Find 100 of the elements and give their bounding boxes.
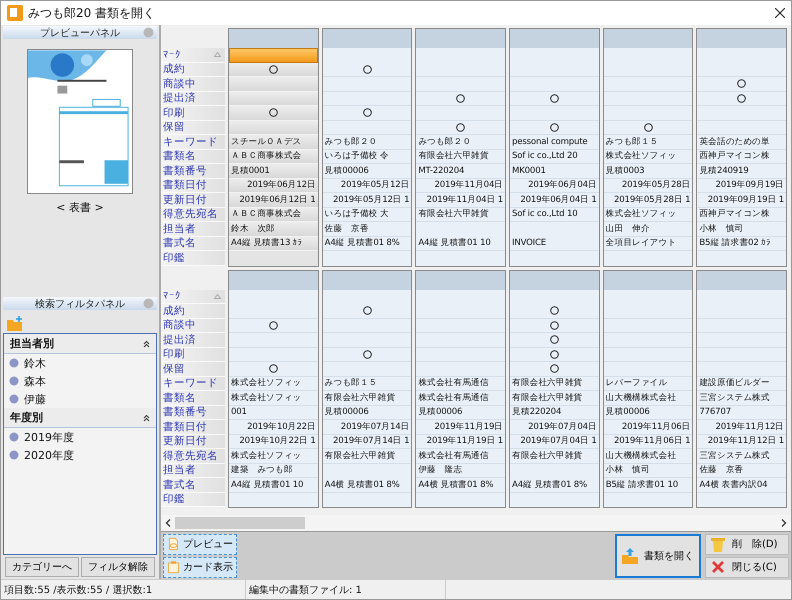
document-eye-icon xyxy=(167,536,180,552)
open-button[interactable]: 書類を開く xyxy=(615,534,701,578)
card-cell: 株式会社有馬通信 xyxy=(416,376,506,391)
filter-item[interactable]: 2020年度 xyxy=(4,446,156,464)
card-cell: 株式会社有馬通信 xyxy=(416,449,506,464)
field-label: 担当者 xyxy=(161,464,225,478)
document-card[interactable]: スチールＯＡデス ＡＢＣ商事株式会 見積0001 2019年06月12日 2019年06月12日 1 ＡＢＣ商事株式会 鈴木 次郎 A4縦 見積書13 ｶﾗ xyxy=(228,28,319,266)
field-label: 保留 xyxy=(161,120,225,135)
circle-icon xyxy=(550,94,559,103)
field-label: 書類日付 xyxy=(161,420,225,434)
card-cell: 有限会社六甲雑貨 xyxy=(322,449,412,464)
field-label: 成約 xyxy=(161,62,225,77)
close-icon[interactable] xyxy=(775,8,785,18)
field-label: 商談中 xyxy=(161,318,225,333)
close-button[interactable]: 閉じる(C) xyxy=(705,556,789,578)
document-card[interactable]: 株式会社有馬通信 株式会社有馬通信 見積00006 2019年11月19日 2019年11月19日 1 株式会社有馬通信 伊藤 隆志 A4横 見積書01 8% xyxy=(415,270,506,508)
card-cell: MT-220204 xyxy=(416,164,506,178)
document-card[interactable]: 建設原価ビルダー 三宮システム株式 776707 2019年11月12日 2019年11月12日 1 三宮システム株式 佐藤 京香 A4横 表書内訳04 xyxy=(696,270,788,508)
card-cell: 2019年11月19日 1 xyxy=(416,434,506,449)
view-button[interactable]: カード表示 xyxy=(163,556,237,578)
field-label: ﾏｰｸ xyxy=(161,48,225,62)
scrollbar-thumb[interactable] xyxy=(175,517,305,529)
folder-upload-icon xyxy=(620,546,640,566)
document-card[interactable]: みつも郎２０ 有限会社六甲雑貨 MT-220204 2019年11月04日 2019年11月04日 1 有限会社六甲雑貨 A4縦 見積書01 10 xyxy=(415,28,506,266)
view-button[interactable]: プレビュー xyxy=(163,534,237,554)
field-label: 更新日付 xyxy=(161,193,225,208)
card-cell: 全項目レイアウト xyxy=(604,236,692,251)
field-label: 成約 xyxy=(161,304,225,318)
card-cell: 2019年05月28日 1 xyxy=(604,193,692,208)
field-label: 印刷 xyxy=(161,348,225,362)
card-cell: MK0001 xyxy=(510,164,599,178)
group-header[interactable]: 年度別 xyxy=(4,408,156,428)
card-cell: B5縦 請求書01 10 xyxy=(604,478,692,492)
app-logo-icon xyxy=(7,5,23,21)
card-cell: A4縦 見積書01 8% xyxy=(322,236,412,251)
circle-icon xyxy=(550,364,559,374)
filter-item[interactable]: 2019年度 xyxy=(4,428,156,446)
card-cell: 西神戸マイコン株 xyxy=(697,208,786,222)
field-label: 保留 xyxy=(161,362,225,376)
filter-item[interactable]: 伊藤 xyxy=(4,390,156,408)
field-label: 得意先宛名 xyxy=(161,208,225,222)
field-label: 書式名 xyxy=(161,478,225,492)
card-cell: 西神戸マイコン株 xyxy=(697,150,786,164)
circle-icon xyxy=(550,335,559,344)
card-cell: 有限会社六甲雑貨 xyxy=(416,208,506,222)
close-icon xyxy=(710,559,726,575)
card-cell: 建設原価ビルダー xyxy=(697,376,786,391)
circle-icon xyxy=(268,64,278,74)
field-label: 書類名 xyxy=(161,391,225,406)
card-cell: 佐藤 京香 xyxy=(322,222,412,236)
card-cell: 株式会社ソフィッ xyxy=(229,391,318,406)
card-cell: 2019年11月19日 xyxy=(416,420,506,434)
card-cell: A4横 表書内訳04 xyxy=(697,478,786,492)
panel-header: 検索フィルタパネル xyxy=(3,297,157,310)
card-cell: 見積00006 xyxy=(322,406,412,420)
document-card[interactable]: 株式会社ソフィッ 株式会社ソフィッ 001 2019年10月22日 2019年10月22日 1 株式会社ソフィッ 建築 みつも郎 A4縦 見積書01 10 xyxy=(228,270,319,508)
field-label: 更新日付 xyxy=(161,434,225,449)
card-cell: 株式会社ソフィッ xyxy=(604,150,692,164)
scroll-left-icon[interactable] xyxy=(165,519,171,527)
document-card[interactable]: 英会話のための単 西神戸マイコン株 見積240919 2019年09月19日 2019年09月19日 1 西神戸マイコン株 小林 慎司 B5縦 請求書02 ｶﾗ xyxy=(696,28,788,266)
document-card[interactable]: 有限会社六甲雑貨 有限会社六甲雑貨 見積220204 2019年07月04日 2019年07月04日 1 有限会社六甲雑貨 A4縦 見積書01 8% xyxy=(509,270,600,508)
document-card[interactable]: みつも郎１５ 株式会社ソフィッ 見積0003 2019年05月28日 2019年05月28日 1 株式会社ソフィッ 山田 伸介 全項目レイアウト xyxy=(602,28,694,266)
card-cell: A4縦 見積書01 10 xyxy=(416,236,506,251)
new-folder-icon[interactable] xyxy=(7,316,23,331)
card-cell: 有限会社六甲雑貨 xyxy=(416,150,506,164)
panel-button[interactable]: フィルタ解除 xyxy=(81,557,155,577)
card-cell: みつも郎２０ xyxy=(322,135,412,150)
document-card[interactable]: みつも郎１５ 有限会社六甲雑貨 見積00006 2019年07月14日 2019年07月14日 1 有限会社六甲雑貨 A4横 見積書01 8% xyxy=(322,270,412,508)
card-cell: みつも郎１５ xyxy=(604,135,692,150)
card-cell: 2019年09月19日 xyxy=(697,178,786,193)
filter-item[interactable]: 森本 xyxy=(4,372,156,390)
clipboard-icon xyxy=(167,559,180,575)
card-cell: B5縦 請求書02 ｶﾗ xyxy=(697,236,786,251)
circle-icon xyxy=(268,364,278,374)
circle-icon xyxy=(644,122,653,132)
card-cell: 山田 伸介 xyxy=(604,222,692,236)
document-card[interactable]: pessonal compute Sof ic co.,Ltd 20 MK0001 2019年06月04日 2019年06月04日 1 Sof ic co.,Ltd 10 INVOICE xyxy=(509,28,600,266)
card-cell: 建築 みつも郎 xyxy=(229,464,318,478)
card-cell: A4縦 見積書01 10 xyxy=(229,478,318,492)
card-cell: 佐藤 京香 xyxy=(697,464,786,478)
card-cell: pessonal compute xyxy=(510,135,599,150)
circle-icon xyxy=(550,122,559,132)
document-card[interactable]: みつも郎２０ いろは予備校 令 見積00006 2019年05月12日 2019年05月12日 1 いろは予備校 大 佐藤 京香 A4縦 見積書01 8% xyxy=(322,28,412,266)
card-cell: 2019年05月12日 xyxy=(322,178,412,193)
card-cell: 2019年11月04日 xyxy=(416,178,506,193)
circle-icon xyxy=(268,320,278,330)
scroll-right-icon[interactable] xyxy=(781,519,787,527)
delete-button[interactable]: 削 除(D) xyxy=(705,534,789,554)
circle-icon xyxy=(456,122,466,132)
card-cell: 2019年11月06日 1 xyxy=(604,434,692,449)
field-label: 書類番号 xyxy=(161,406,225,420)
mark-highlight[interactable] xyxy=(229,48,318,62)
panel-button[interactable]: カテゴリーへ xyxy=(5,557,79,577)
field-label: 書類日付 xyxy=(161,178,225,193)
card-cell: 見積0003 xyxy=(604,164,692,178)
document-card[interactable]: レバーファイル 山大機構株式会社 見積00006 2019年11月06日 2019年11月06日 1 山大機構株式会社 小林 慎司 B5縦 請求書01 10 xyxy=(602,270,694,508)
card-cell: 英会話のための単 xyxy=(697,135,786,150)
filter-item[interactable]: 鈴木 xyxy=(4,354,156,372)
circle-icon xyxy=(362,64,372,74)
group-header[interactable]: 担当者別 xyxy=(4,334,156,354)
